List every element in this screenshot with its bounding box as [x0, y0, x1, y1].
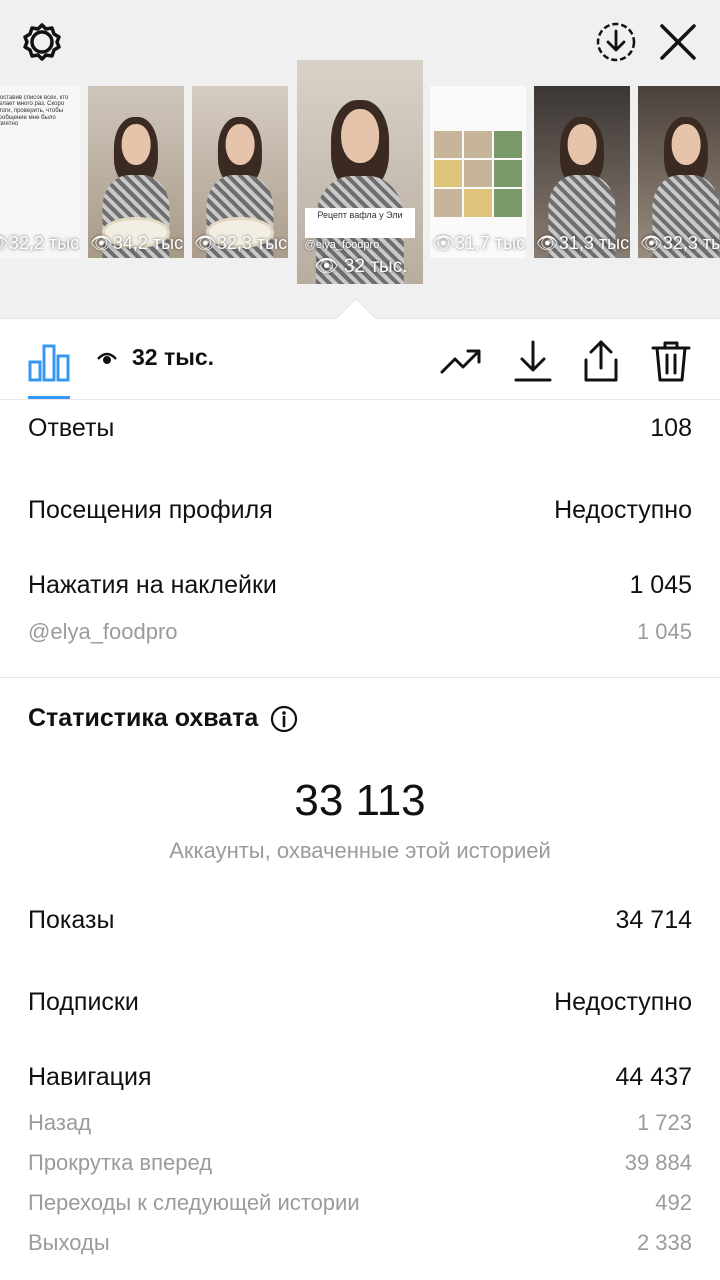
thumbnail-views: 👁31,3 тыс.	[536, 233, 630, 253]
thumbnail-views: 👁32,2 тыс.	[0, 233, 80, 253]
follows-value: Недоступно	[554, 988, 692, 1016]
thumbnail-views: 👁31,7 тыс.	[432, 233, 526, 253]
story-strip-area: Составив список всех, кто делает много р…	[0, 0, 720, 318]
download-icon	[514, 340, 552, 382]
trash-icon	[651, 341, 691, 382]
settings-button[interactable]	[20, 20, 64, 64]
next-story-label: Переходы к следующей истории	[28, 1190, 360, 1215]
share-icon	[584, 340, 618, 382]
next-story-row: Переходы к следующей истории 492	[28, 1190, 692, 1216]
profile-visits-label: Посещения профиля	[28, 496, 273, 524]
story-thumbnail[interactable]: 👁34,2 тыс.	[88, 86, 184, 258]
eye-icon	[97, 352, 117, 364]
bar-chart-icon	[28, 344, 70, 382]
profile-visits-row: Посещения профиля Недоступно	[28, 496, 692, 525]
replies-value: 108	[650, 414, 692, 442]
profile-visits-value: Недоступно	[554, 496, 692, 524]
forward-row: Прокрутка вперед 39 884	[28, 1150, 692, 1176]
story-thumbnail[interactable]: 👁31,3 тыс.	[534, 86, 630, 258]
follows-row: Подписки Недоступно	[28, 988, 692, 1017]
sticker-mention-label: @elya_foodpro	[28, 619, 178, 644]
sticker-mention-value: 1 045	[636, 619, 692, 644]
download-all-button[interactable]	[594, 20, 638, 64]
delete-button[interactable]	[648, 338, 694, 384]
close-icon	[660, 24, 696, 60]
story-thumbnail-active[interactable]: Рецепт вафла у Эли @elya_foodpro 👁 32 ты…	[297, 60, 423, 284]
thumbnail-views: 👁34,2 тыс.	[90, 233, 184, 253]
back-label: Назад	[28, 1110, 92, 1135]
sticker-taps-row: Нажатия на наклейки 1 045	[28, 571, 692, 600]
download-circle-icon	[596, 22, 636, 62]
replies-label: Ответы	[28, 414, 115, 442]
story-thumbnail[interactable]: Составив список всех, кто делает много р…	[0, 86, 80, 258]
insights-tab-indicator	[28, 396, 70, 399]
section-divider	[0, 677, 720, 678]
accounts-reached-caption: Аккаунты, охваченные этой историей	[169, 838, 551, 863]
thumbnail-tag: @elya_foodpro	[304, 239, 380, 252]
navigation-label: Навигация	[28, 1063, 152, 1091]
navigation-row: Навигация 44 437	[28, 1063, 692, 1092]
exits-value: 2 338	[636, 1230, 692, 1255]
insights-toolbar: 32 тыс.	[0, 318, 720, 400]
close-button[interactable]	[656, 20, 700, 64]
share-button[interactable]	[578, 338, 624, 384]
impressions-label: Показы	[28, 906, 115, 934]
thumbnail-views: 👁32,3 тыс.	[194, 233, 288, 253]
exits-row: Выходы 2 338	[28, 1230, 692, 1256]
story-thumbnail[interactable]: 👁31,7 тыс.	[430, 86, 526, 258]
impressions-value: 34 714	[615, 906, 692, 934]
story-thumbnail[interactable]: 👁32,3 тыс.	[638, 86, 720, 258]
replies-row: Ответы 108	[28, 414, 692, 443]
info-icon[interactable]	[270, 705, 298, 733]
impressions-row: Показы 34 714	[28, 906, 692, 935]
forward-value: 39 884	[624, 1150, 692, 1175]
follows-label: Подписки	[28, 988, 139, 1016]
gear-icon	[23, 23, 61, 61]
exits-label: Выходы	[28, 1230, 110, 1255]
download-button[interactable]	[510, 338, 556, 384]
next-story-value: 492	[655, 1190, 692, 1215]
navigation-value: 44 437	[615, 1063, 692, 1091]
thumbnail-caption: Рецепт вафла у Эли	[304, 207, 416, 238]
thumbnail-note-text: Составив список всех, кто делает много р…	[0, 92, 71, 145]
reach-section-header: Статистика охвата	[28, 704, 298, 733]
sticker-taps-label: Нажатия на наклейки	[28, 571, 277, 599]
viewers-count-value: 32 тыс.	[132, 344, 215, 370]
reach-section-title: Статистика охвата	[28, 704, 259, 732]
back-row: Назад 1 723	[28, 1110, 692, 1136]
insights-tab[interactable]	[26, 338, 72, 384]
trending-up-icon	[440, 349, 481, 374]
back-value: 1 723	[636, 1110, 692, 1135]
viewers-count[interactable]: 32 тыс.	[96, 344, 214, 371]
promote-button[interactable]	[438, 338, 484, 384]
forward-label: Прокрутка вперед	[28, 1150, 213, 1175]
story-thumbnail-strip[interactable]: Составив список всех, кто делает много р…	[0, 60, 720, 290]
sticker-mention-row: @elya_foodpro 1 045	[28, 619, 692, 645]
accounts-reached-value: 33 113	[294, 776, 426, 825]
thumbnail-views: 👁32,3 тыс.	[640, 233, 720, 253]
thumbnail-views: 👁 32 тыс.	[314, 256, 408, 277]
sticker-taps-value: 1 045	[629, 571, 692, 599]
story-thumbnail[interactable]: 👁32,3 тыс.	[192, 86, 288, 258]
